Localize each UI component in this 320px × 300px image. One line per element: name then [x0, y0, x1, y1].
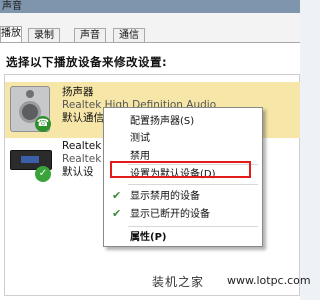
- checkmark-icon: ✔: [112, 207, 122, 220]
- device-name-speakers: 扬声器: [62, 86, 94, 98]
- phone-status-icon: ☎: [35, 116, 51, 132]
- device-name-second: Realtek: [62, 140, 102, 152]
- menu-item-show-disabled[interactable]: ✔ 显示禁用的设备: [104, 188, 262, 206]
- menu-item-label: 配置扬声器(S): [130, 116, 195, 127]
- tab-playback[interactable]: 播放: [0, 26, 22, 43]
- tab-sounds[interactable]: 声音: [74, 28, 106, 42]
- menu-item-show-disconnected[interactable]: ✔ 显示已断开的设备: [104, 206, 262, 224]
- default-check-icon: ✓: [35, 166, 51, 182]
- menu-separator: [128, 226, 258, 227]
- device-status-second: 默认设: [62, 166, 94, 178]
- menu-item-configure-speakers[interactable]: 配置扬声器(S): [104, 113, 262, 131]
- tab-strip: 播放 录制 声音 通信: [0, 13, 300, 43]
- menu-item-label: 属性(P): [130, 232, 167, 243]
- menu-item-label: 显示禁用的设备: [130, 191, 200, 202]
- device-desc-second: Realtek: [62, 153, 102, 165]
- watermark-url: www.lotpc.com: [227, 274, 311, 287]
- checkmark-icon: ✔: [112, 189, 122, 202]
- tab-recording[interactable]: 录制: [28, 28, 60, 42]
- receiver-display-shape: [21, 156, 39, 163]
- menu-item-label: 测试: [130, 133, 150, 144]
- menu-item-properties[interactable]: 属性(P): [104, 229, 262, 247]
- speaker-tweeter-shape: [26, 90, 34, 98]
- tab-communications[interactable]: 通信: [113, 28, 145, 42]
- watermark-brand: 装机之家: [152, 275, 205, 289]
- menu-item-test[interactable]: 测试: [104, 130, 262, 148]
- title-bar: 声音: [0, 0, 300, 13]
- highlight-box: [110, 161, 251, 178]
- instruction-text: 选择以下播放设备来修改设置:: [6, 55, 168, 69]
- window-title: 声音: [2, 1, 22, 12]
- menu-item-label: 显示已断开的设备: [130, 209, 210, 220]
- menu-separator: [128, 184, 258, 185]
